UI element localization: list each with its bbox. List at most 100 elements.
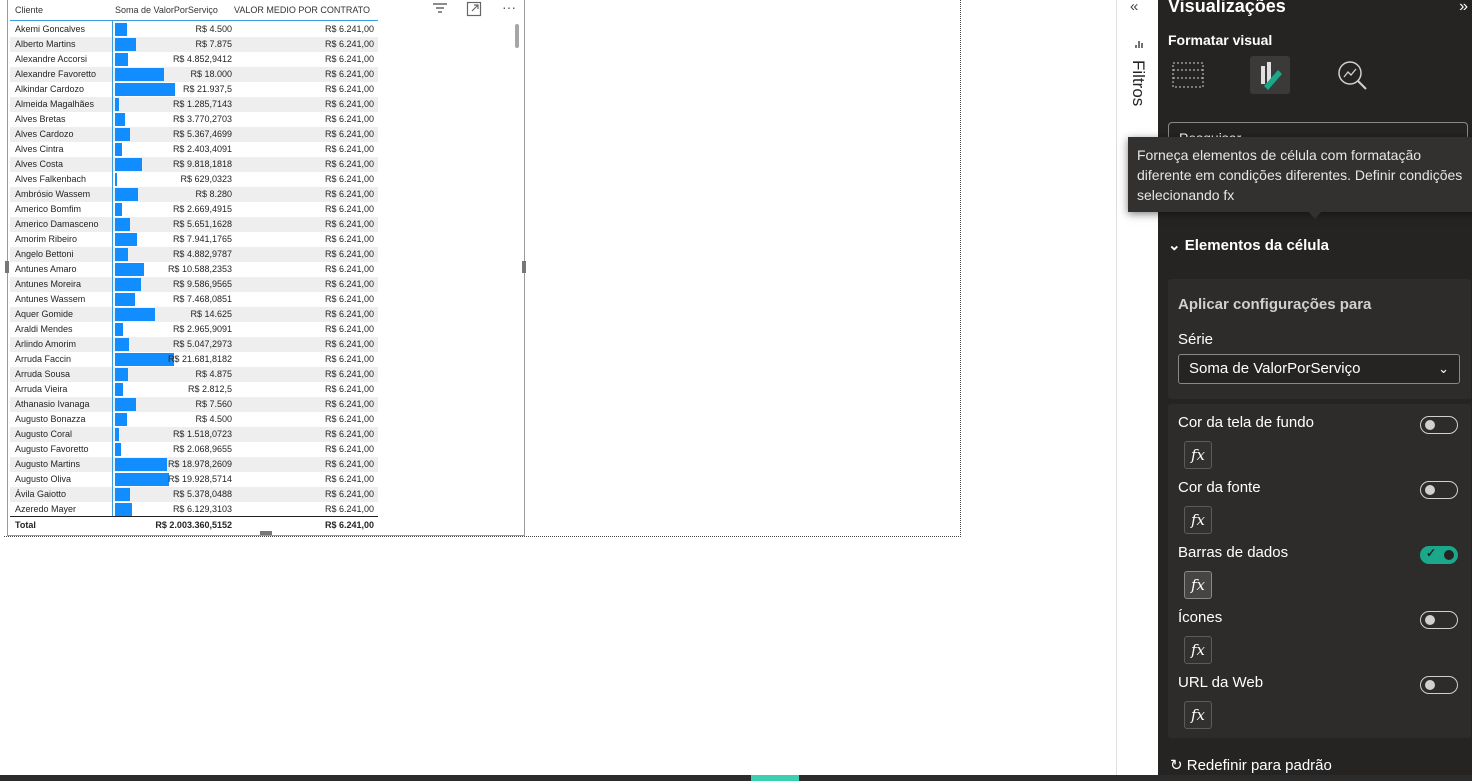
table-row[interactable]: Azeredo Mayer R$ 6.129,3103 R$ 6.241,00 <box>10 502 378 517</box>
table-scrollbar[interactable] <box>515 24 519 48</box>
cell-soma: R$ 18.000 <box>190 69 232 79</box>
header-valor-medio[interactable]: VALOR MEDIO POR CONTRATO <box>234 1 370 19</box>
cell-elements-section[interactable]: ⌄ Elementos da célula <box>1168 236 1329 254</box>
resize-handle-right[interactable] <box>522 261 526 273</box>
table-row[interactable]: Araldi Mendes R$ 2.965,9091 R$ 6.241,00 <box>10 322 378 337</box>
cell-cliente: Arruda Faccin <box>15 354 72 364</box>
cell-cliente: Aquer Gomide <box>15 309 74 319</box>
check-icon: ✓ <box>1426 546 1437 560</box>
table-row[interactable]: Athanasio Ivanaga R$ 7.560 R$ 6.241,00 <box>10 397 378 412</box>
table-row[interactable]: Angelo Bettoni R$ 4.882,9787 R$ 6.241,00 <box>10 247 378 262</box>
table-row[interactable]: Ávila Gaiotto R$ 5.378,0488 R$ 6.241,00 <box>10 487 378 502</box>
cell-valor-medio: R$ 6.241,00 <box>324 204 374 214</box>
page-tabs-strip <box>0 775 1472 781</box>
active-page-tab[interactable] <box>751 775 799 781</box>
table-row[interactable]: Alexandre Accorsi R$ 4.852,9412 R$ 6.241,0… <box>10 52 378 67</box>
expand-chevron-icon[interactable]: » <box>1459 0 1468 16</box>
data-bar <box>115 413 127 426</box>
cell-valor-medio: R$ 6.241,00 <box>324 174 374 184</box>
table-row[interactable]: Akemi Goncalves R$ 4.500 R$ 6.241,00 <box>10 22 378 37</box>
table-row[interactable]: Arlindo Amorim R$ 5.047,2973 R$ 6.241,00 <box>10 337 378 352</box>
cell-valor-medio: R$ 6.241,00 <box>324 69 374 79</box>
resize-handle-bottom[interactable] <box>260 531 272 535</box>
option-toggle[interactable] <box>1420 611 1458 629</box>
cell-cliente: Augusto Martins <box>15 459 81 469</box>
option-label: Ícones <box>1178 609 1223 626</box>
format-visual-icon[interactable] <box>1250 56 1290 94</box>
table-row[interactable]: Americo Damasceno R$ 5.651,1628 R$ 6.241,0… <box>10 217 378 232</box>
data-bar <box>115 293 135 306</box>
table-row[interactable]: Amorim Ribeiro R$ 7.941,1765 R$ 6.241,00 <box>10 232 378 247</box>
table-row[interactable]: Alves Cintra R$ 2.403,4091 R$ 6.241,00 <box>10 142 378 157</box>
table-row[interactable]: Alberto Martins R$ 7.875 R$ 6.241,00 <box>10 37 378 52</box>
table-row[interactable]: Alexandre Favoretto R$ 18.000 R$ 6.241,00 <box>10 67 378 82</box>
fx-button[interactable]: fx <box>1184 441 1212 469</box>
analytics-icon[interactable] <box>1332 56 1372 94</box>
cell-soma: R$ 2.812,5 <box>187 384 232 394</box>
cell-valor-medio: R$ 6.241,00 <box>324 249 374 259</box>
table-row[interactable]: Augusto Coral R$ 1.518,0723 R$ 6.241,00 <box>10 427 378 442</box>
option-toggle[interactable]: ✓ <box>1420 546 1458 564</box>
table-row[interactable]: Augusto Favoretto R$ 2.068,9655 R$ 6.241,0… <box>10 442 378 457</box>
header-cliente[interactable]: Cliente <box>15 1 43 19</box>
cell-soma: R$ 7.941,1765 <box>172 234 232 244</box>
cell-soma: R$ 19.928,5714 <box>167 474 232 484</box>
table-row[interactable]: Alves Falkenbach R$ 629,0323 R$ 6.241,00 <box>10 172 378 187</box>
table-row[interactable]: Americo Bomfim R$ 2.669,4915 R$ 6.241,00 <box>10 202 378 217</box>
resize-handle-left[interactable] <box>5 261 9 273</box>
table-row[interactable]: Alves Bretas R$ 3.770,2703 R$ 6.241,00 <box>10 112 378 127</box>
table-row[interactable]: Alkindar Cardozo R$ 21.937,5 R$ 6.241,00 <box>10 82 378 97</box>
table-row[interactable]: Antunes Moreira R$ 9.586,9565 R$ 6.241,00 <box>10 277 378 292</box>
collapse-chevron-icon[interactable]: « <box>1130 0 1138 15</box>
more-options-icon[interactable]: ··· <box>502 0 516 15</box>
option-toggle[interactable] <box>1420 416 1458 434</box>
cell-valor-medio: R$ 6.241,00 <box>324 114 374 124</box>
table-row[interactable]: Almeida Magalhães R$ 1.285,7143 R$ 6.241,0… <box>10 97 378 112</box>
table-row[interactable]: Augusto Bonazza R$ 4.500 R$ 6.241,00 <box>10 412 378 427</box>
serie-dropdown[interactable]: Soma de ValorPorServiço ⌄ <box>1178 354 1460 384</box>
table-row[interactable]: Arruda Vieira R$ 2.812,5 R$ 6.241,00 <box>10 382 378 397</box>
header-soma[interactable]: Soma de ValorPorServiço <box>115 1 218 19</box>
table-row[interactable]: Aquer Gomide R$ 14.625 R$ 6.241,00 <box>10 307 378 322</box>
filter-pane-icon[interactable] <box>1134 36 1144 54</box>
cell-cliente: Antunes Wassem <box>15 294 86 304</box>
fx-button[interactable]: fx <box>1184 701 1212 729</box>
table-row[interactable]: Alves Costa R$ 9.818,1818 R$ 6.241,00 <box>10 157 378 172</box>
filter-icon[interactable] <box>432 1 448 18</box>
cell-soma: R$ 7.468,0851 <box>172 294 232 304</box>
filters-label[interactable]: Filtros <box>1128 60 1148 106</box>
cell-valor-medio: R$ 6.241,00 <box>324 504 374 514</box>
cell-cliente: Araldi Mendes <box>15 324 73 334</box>
data-bar <box>115 233 137 246</box>
build-visual-icon[interactable] <box>1168 56 1208 94</box>
table-row[interactable]: Antunes Wassem R$ 7.468,0851 R$ 6.241,00 <box>10 292 378 307</box>
table-row[interactable]: Alves Cardozo R$ 5.367,4699 R$ 6.241,00 <box>10 127 378 142</box>
cell-cliente: Augusto Bonazza <box>15 414 86 424</box>
viz-title: Visualizações <box>1168 0 1286 16</box>
data-bar <box>115 368 128 381</box>
focus-mode-icon[interactable] <box>466 1 482 20</box>
cell-soma: R$ 1.285,7143 <box>172 99 232 109</box>
cell-soma: R$ 10.588,2353 <box>167 264 232 274</box>
table-row[interactable]: Augusto Oliva R$ 19.928,5714 R$ 6.241,00 <box>10 472 378 487</box>
cell-cliente: Augusto Favoretto <box>15 444 89 454</box>
table-row[interactable]: Antunes Amaro R$ 10.588,2353 R$ 6.241,00 <box>10 262 378 277</box>
table-visual[interactable]: Cliente Soma de ValorPorServiço VALOR ME… <box>5 0 526 536</box>
option-toggle[interactable] <box>1420 676 1458 694</box>
fx-button[interactable]: fx <box>1184 506 1212 534</box>
table-row[interactable]: Ambrósio Wassem R$ 8.280 R$ 6.241,00 <box>10 187 378 202</box>
cell-valor-medio: R$ 6.241,00 <box>324 384 374 394</box>
table-row[interactable]: Arruda Sousa R$ 4.875 R$ 6.241,00 <box>10 367 378 382</box>
table-row[interactable]: Arruda Faccin R$ 21.681,8182 R$ 6.241,00 <box>10 352 378 367</box>
cell-soma: R$ 3.770,2703 <box>172 114 232 124</box>
cell-cliente: Arlindo Amorim <box>15 339 77 349</box>
data-bar <box>115 353 174 366</box>
data-bar <box>115 143 122 156</box>
data-bar <box>115 23 127 36</box>
reset-to-default-button[interactable]: ↻ Redefinir para padrão <box>1170 756 1332 774</box>
table-row[interactable]: Augusto Martins R$ 18.978,2609 R$ 6.241,00 <box>10 457 378 472</box>
fx-button[interactable]: fx <box>1184 636 1212 664</box>
cell-valor-medio: R$ 6.241,00 <box>324 219 374 229</box>
option-toggle[interactable] <box>1420 481 1458 499</box>
fx-button[interactable]: fx <box>1184 571 1212 599</box>
